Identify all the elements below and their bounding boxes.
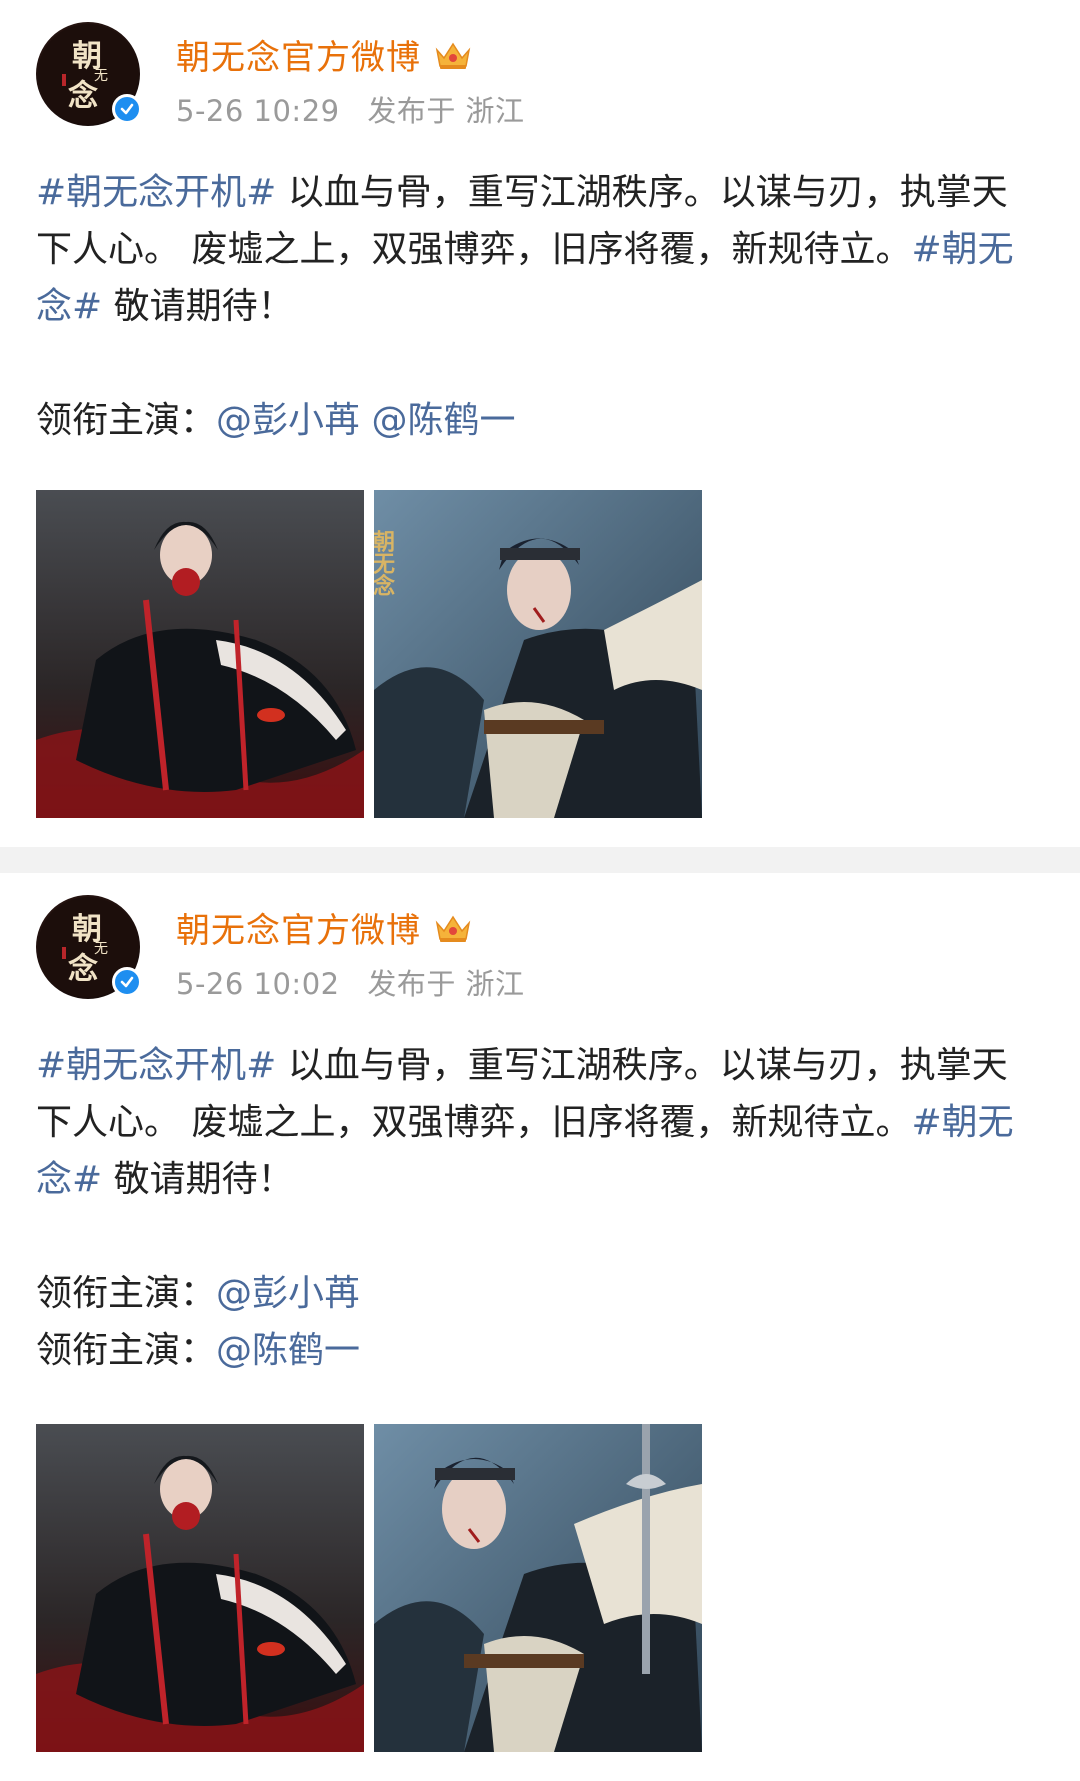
post-location: 发布于 浙江 <box>367 967 525 1001</box>
image-grid <box>36 1424 702 1752</box>
account-name[interactable]: 朝无念官方微博 <box>176 30 473 79</box>
cast-label: 领衔主演： <box>36 1273 217 1314</box>
feed-divider <box>0 847 1080 873</box>
cast-label: 领衔主演： <box>36 1330 217 1371</box>
avatar[interactable]: 朝 无 念 <box>36 22 142 126</box>
post-text: #朝无念开机# 以血与骨，重写江湖秩序。以谋与刃，执掌天下人心。 废墟之上，双强… <box>36 164 1036 449</box>
svg-text:念: 念 <box>68 79 98 114</box>
post-date: 5-26 10:02 <box>176 967 340 1001</box>
post-meta: 5-26 10:29 发布于 浙江 <box>176 88 543 130</box>
post-text: #朝无念开机# 以血与骨，重写江湖秩序。以谋与刃，执掌天下人心。 废墟之上，双强… <box>36 1037 1036 1379</box>
weibo-post: 朝 无 念 朝无念官方微博 5-26 10:02 发布于 浙江 #朝无念开机# … <box>0 873 1080 1781</box>
male-lead-poster[interactable] <box>374 1424 702 1752</box>
crown-icon <box>435 42 471 69</box>
hashtag-link[interactable]: #朝无念开机# <box>36 1045 276 1086</box>
post-body-end: 敬请期待！ <box>102 1159 294 1200</box>
post-body: #朝无念开机# 以血与骨，重写江湖秩序。以谋与刃，执掌天下人心。 废墟之上，双强… <box>36 164 1036 335</box>
avatar[interactable]: 朝 无 念 <box>36 895 142 999</box>
mention-link[interactable]: @彭小苒 <box>216 1273 360 1314</box>
post-body-end: 敬请期待！ <box>102 286 294 327</box>
poster-title-text: 朝无念 <box>374 529 395 596</box>
male-lead-poster[interactable]: 朝无念 <box>374 490 702 818</box>
cast-line: 领衔主演：@彭小苒 <box>36 1265 1036 1322</box>
cast-line: 领衔主演：@彭小苒 @陈鹤一 <box>36 392 1036 449</box>
verified-icon <box>112 94 142 124</box>
female-lead-poster[interactable] <box>36 490 364 818</box>
mention-link[interactable]: @彭小苒 <box>216 400 360 441</box>
mention-link[interactable]: @陈鹤一 <box>216 1330 360 1371</box>
female-lead-poster[interactable] <box>36 1424 364 1752</box>
mention-link[interactable]: @陈鹤一 <box>371 400 515 441</box>
image-grid: 朝无念 <box>36 490 702 818</box>
account-name[interactable]: 朝无念官方微博 <box>176 903 473 952</box>
weibo-post: 朝 无 念 朝无念官方微博 5-26 10:29 发布于 浙江 #朝无念开机# … <box>0 0 1080 847</box>
cast-label: 领衔主演： <box>36 400 217 441</box>
cast-line: 领衔主演：@陈鹤一 <box>36 1322 1036 1379</box>
post-date: 5-26 10:29 <box>176 94 340 128</box>
post-meta: 5-26 10:02 发布于 浙江 <box>176 961 543 1003</box>
post-body: #朝无念开机# 以血与骨，重写江湖秩序。以谋与刃，执掌天下人心。 废墟之上，双强… <box>36 1037 1036 1208</box>
post-location: 发布于 浙江 <box>367 94 525 128</box>
svg-text:念: 念 <box>68 952 98 987</box>
crown-icon <box>435 915 471 942</box>
hashtag-link[interactable]: #朝无念开机# <box>36 172 276 213</box>
verified-icon <box>112 967 142 997</box>
weibo-feed: 朝 无 念 朝无念官方微博 5-26 10:29 发布于 浙江 #朝无念开机# … <box>0 0 1080 1781</box>
